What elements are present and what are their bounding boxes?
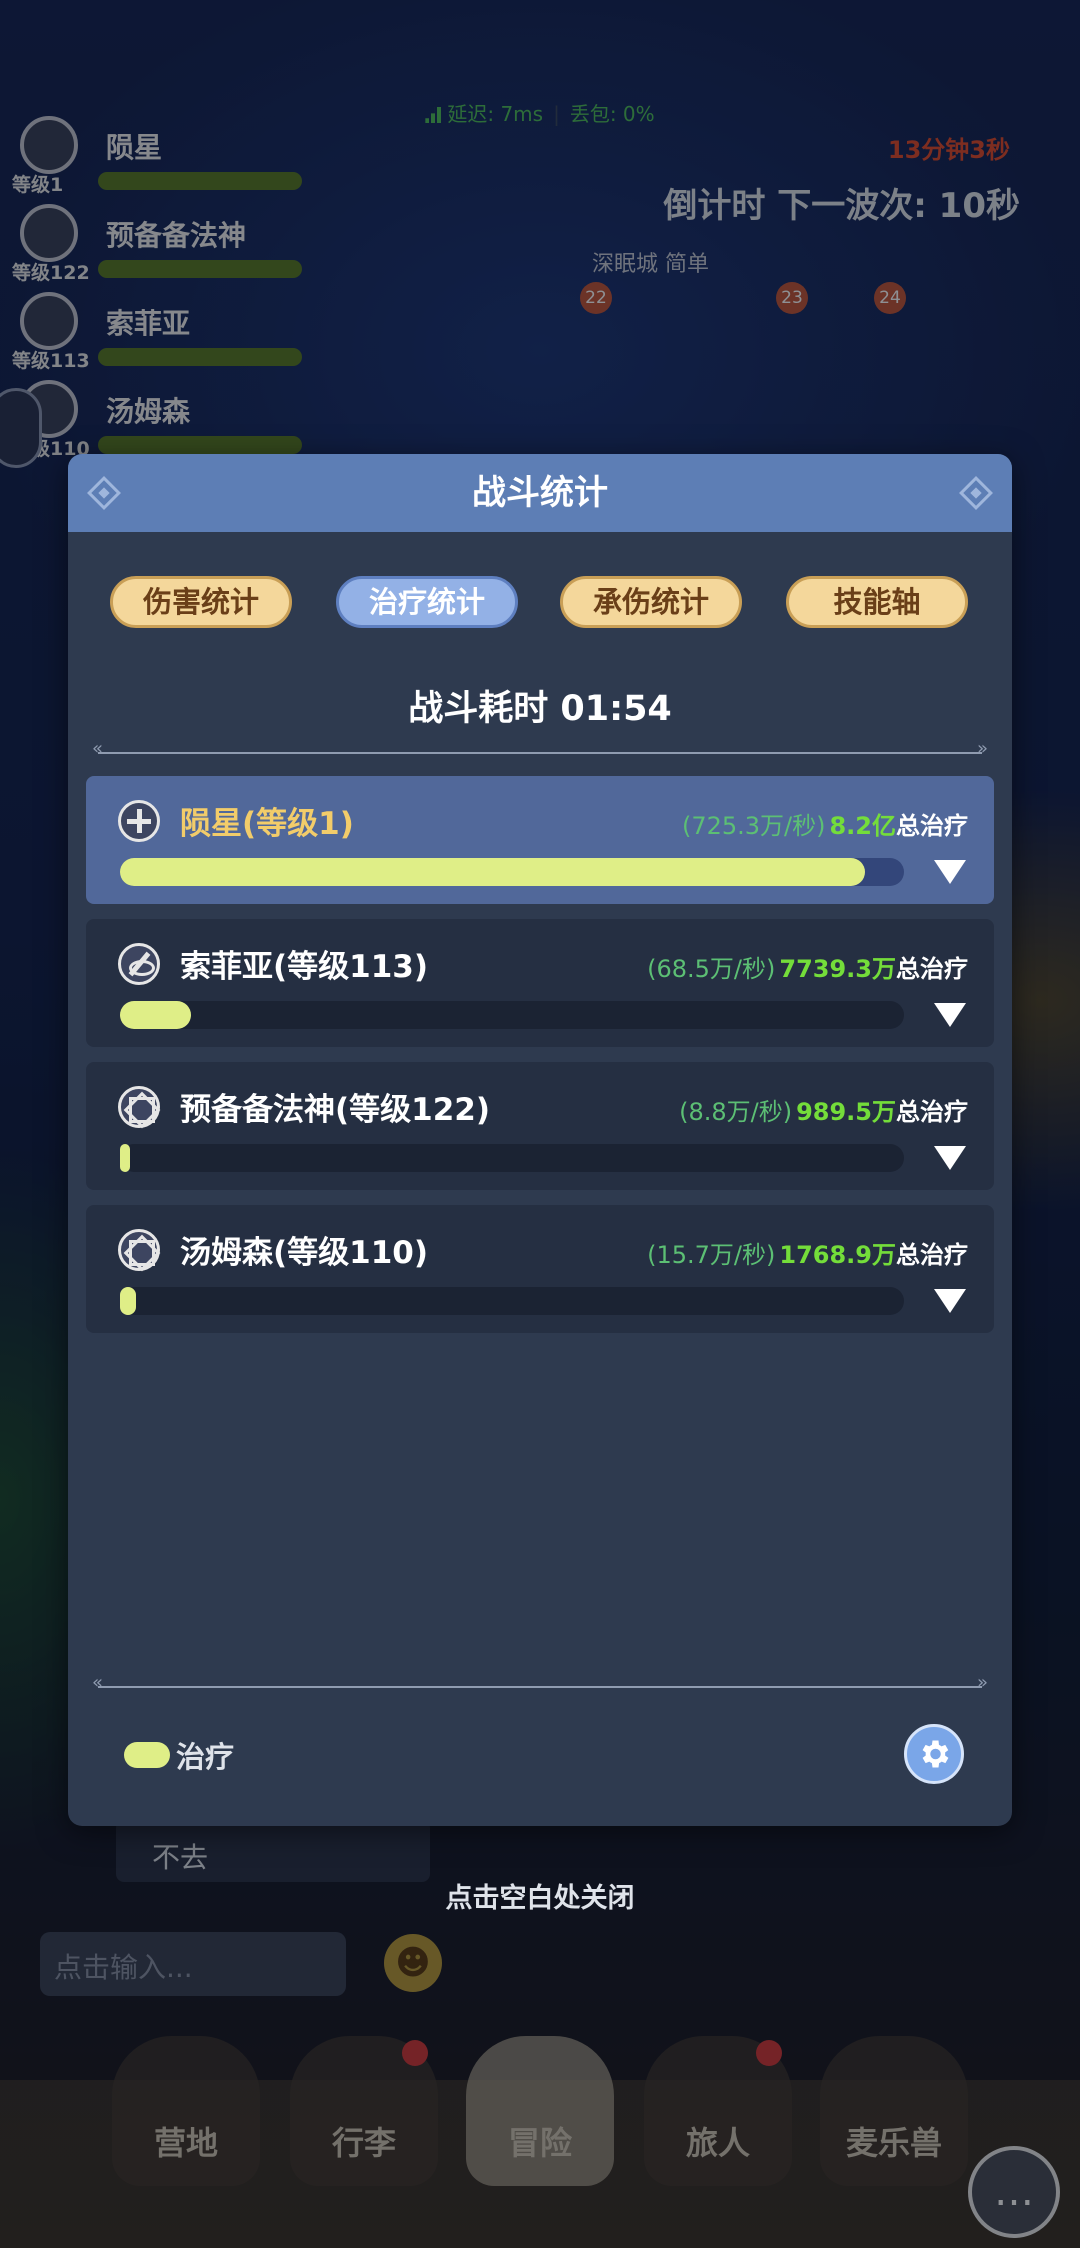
heal-per-second: (8.8万/秒) xyxy=(679,1098,793,1126)
tab-damage-taken[interactable]: 承伤统计 xyxy=(560,576,742,628)
heal-bar-track xyxy=(120,1144,904,1172)
dialog-title: 战斗统计 xyxy=(472,473,608,513)
heal-bar-track xyxy=(120,1287,904,1315)
heal-per-second: (15.7万/秒) xyxy=(647,1241,776,1269)
heal-bar-track xyxy=(120,1001,904,1029)
heal-bar-track xyxy=(120,858,904,886)
player-name: 索菲亚(等级113) xyxy=(180,949,429,985)
heal-total: 7739.3万 xyxy=(779,955,896,983)
heal-stats: (725.3万/秒) 8.2亿总治疗 xyxy=(682,806,968,841)
heal-bar-fill xyxy=(120,1287,137,1315)
legend-label: 治疗 xyxy=(176,1740,235,1774)
blade-crest-icon xyxy=(118,943,160,985)
tab-healing[interactable]: 治疗统计 xyxy=(336,576,518,628)
heal-total-suffix: 总治疗 xyxy=(896,1098,968,1126)
close-hint: 点击空白处关闭 xyxy=(445,1883,635,1914)
healer-row[interactable]: 陨星(等级1) (725.3万/秒) 8.2亿总治疗 xyxy=(86,776,994,904)
player-name: 陨星(等级1) xyxy=(180,806,354,842)
tab-damage[interactable]: 伤害统计 xyxy=(110,576,292,628)
heal-per-second: (725.3万/秒) xyxy=(681,812,826,840)
divider xyxy=(92,738,988,759)
expand-arrow-icon[interactable] xyxy=(934,1146,966,1170)
player-name: 汤姆森(等级110) xyxy=(180,1235,429,1271)
heal-total: 989.5万 xyxy=(796,1098,896,1126)
healer-row[interactable]: 预备备法神(等级122) (8.8万/秒) 989.5万总治疗 xyxy=(86,1062,994,1190)
healer-row[interactable]: 索菲亚(等级113) (68.5万/秒) 7739.3万总治疗 xyxy=(86,919,994,1047)
heal-total: 1768.9万 xyxy=(779,1241,896,1269)
heal-total: 8.2亿 xyxy=(829,812,896,840)
star-crest-icon xyxy=(118,1086,160,1128)
legend-swatch xyxy=(124,1742,170,1768)
heal-stats: (15.7万/秒) 1768.9万总治疗 xyxy=(647,1235,968,1270)
expand-arrow-icon[interactable] xyxy=(934,1289,966,1313)
heal-total-suffix: 总治疗 xyxy=(896,955,968,983)
heal-stats: (68.5万/秒) 7739.3万总治疗 xyxy=(647,949,968,984)
player-name: 预备备法神(等级122) xyxy=(180,1092,491,1128)
expand-arrow-icon[interactable] xyxy=(934,860,966,884)
heal-bar-fill xyxy=(120,858,865,886)
heal-stats: (8.8万/秒) 989.5万总治疗 xyxy=(679,1092,968,1127)
battle-duration: 战斗耗时 01:54 xyxy=(408,689,672,729)
gear-icon xyxy=(922,1740,949,1768)
heal-per-second: (68.5万/秒) xyxy=(647,955,776,983)
star-crest-icon xyxy=(118,1229,160,1271)
healer-row[interactable]: 汤姆森(等级110) (15.7万/秒) 1768.9万总治疗 xyxy=(86,1205,994,1333)
expand-arrow-icon[interactable] xyxy=(934,1003,966,1027)
heal-total-suffix: 总治疗 xyxy=(896,1241,968,1269)
cross-crest-icon xyxy=(118,800,160,842)
heal-total-suffix: 总治疗 xyxy=(896,812,968,840)
stats-tabs: 伤害统计 治疗统计 承伤统计 技能轴 xyxy=(68,576,1012,628)
battle-stats-dialog: 战斗统计 伤害统计 治疗统计 承伤统计 技能轴 战斗耗时 01:54 陨星(等级… xyxy=(68,454,1012,1826)
settings-button[interactable] xyxy=(904,1724,964,1784)
divider xyxy=(92,1672,988,1693)
heal-bar-fill xyxy=(120,1144,130,1172)
heal-bar-fill xyxy=(120,1001,191,1029)
tab-skill-timeline[interactable]: 技能轴 xyxy=(786,576,968,628)
